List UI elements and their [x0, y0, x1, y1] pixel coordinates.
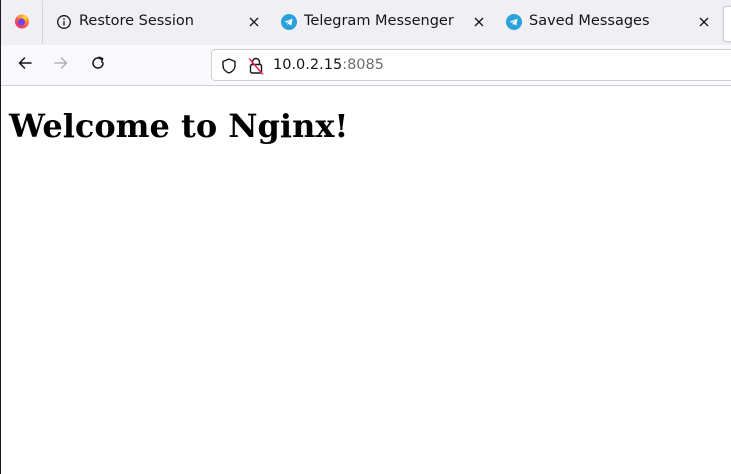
- tab-label: Restore Session: [79, 13, 194, 29]
- browser-window: Restore Session Telegram Messenger Saved…: [0, 0, 731, 474]
- arrow-right-icon: [52, 54, 70, 76]
- forward-button[interactable]: [49, 53, 73, 77]
- tab-label: Telegram Messenger: [304, 13, 454, 29]
- page-content: Welcome to Nginx!: [1, 86, 731, 474]
- close-icon[interactable]: [697, 15, 711, 29]
- reload-button[interactable]: [86, 53, 110, 77]
- telegram-icon: [281, 14, 297, 30]
- url-port: :8085: [342, 57, 384, 73]
- navigation-toolbar: 10.0.2.15:8085: [1, 45, 731, 86]
- insecure-lock-icon[interactable]: [247, 56, 265, 76]
- tab-saved-messages[interactable]: Saved Messages: [494, 1, 719, 44]
- tab-active[interactable]: [723, 6, 731, 42]
- back-button[interactable]: [13, 53, 37, 77]
- telegram-icon: [506, 14, 522, 30]
- tab-restore-session[interactable]: Restore Session: [44, 1, 269, 44]
- info-icon: [56, 14, 72, 30]
- arrow-left-icon: [16, 54, 34, 76]
- close-icon[interactable]: [472, 15, 486, 29]
- tab-telegram-messenger[interactable]: Telegram Messenger: [269, 1, 494, 44]
- close-icon[interactable]: [247, 15, 261, 29]
- tab-label: Saved Messages: [529, 13, 650, 29]
- url-host: 10.0.2.15: [273, 57, 343, 73]
- tab-strip: Restore Session Telegram Messenger Saved…: [1, 0, 731, 45]
- url-text[interactable]: 10.0.2.15:8085: [273, 57, 384, 73]
- firefox-icon: [14, 13, 30, 33]
- url-bar[interactable]: 10.0.2.15:8085: [211, 49, 731, 81]
- reload-icon: [89, 54, 107, 76]
- firefox-view-button[interactable]: [1, 1, 43, 44]
- page-heading: Welcome to Nginx!: [9, 107, 349, 145]
- shield-icon[interactable]: [220, 57, 238, 75]
